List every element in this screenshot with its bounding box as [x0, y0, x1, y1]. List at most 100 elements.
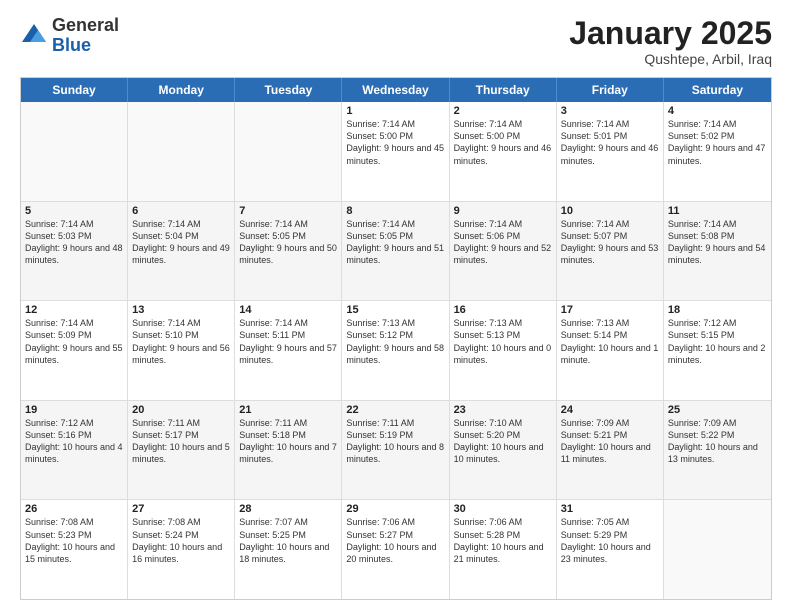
cell-info: Sunrise: 7:14 AM Sunset: 5:10 PM Dayligh…: [132, 317, 230, 366]
title-block: January 2025 Qushtepe, Arbil, Iraq: [569, 16, 772, 67]
day-number: 23: [454, 404, 552, 416]
day-number: 4: [668, 105, 767, 117]
calendar-week-row: 12Sunrise: 7:14 AM Sunset: 5:09 PM Dayli…: [21, 301, 771, 401]
day-number: 26: [25, 503, 123, 515]
day-number: 19: [25, 404, 123, 416]
cell-info: Sunrise: 7:14 AM Sunset: 5:07 PM Dayligh…: [561, 218, 659, 267]
cell-info: Sunrise: 7:06 AM Sunset: 5:28 PM Dayligh…: [454, 516, 552, 565]
day-number: 31: [561, 503, 659, 515]
cell-info: Sunrise: 7:11 AM Sunset: 5:18 PM Dayligh…: [239, 417, 337, 466]
day-number: 12: [25, 304, 123, 316]
day-number: 1: [346, 105, 444, 117]
cell-info: Sunrise: 7:06 AM Sunset: 5:27 PM Dayligh…: [346, 516, 444, 565]
calendar-cell: [664, 500, 771, 599]
calendar-cell: 31Sunrise: 7:05 AM Sunset: 5:29 PM Dayli…: [557, 500, 664, 599]
cell-info: Sunrise: 7:13 AM Sunset: 5:12 PM Dayligh…: [346, 317, 444, 366]
cell-info: Sunrise: 7:11 AM Sunset: 5:19 PM Dayligh…: [346, 417, 444, 466]
cell-info: Sunrise: 7:14 AM Sunset: 5:03 PM Dayligh…: [25, 218, 123, 267]
day-number: 14: [239, 304, 337, 316]
day-number: 28: [239, 503, 337, 515]
cell-info: Sunrise: 7:13 AM Sunset: 5:14 PM Dayligh…: [561, 317, 659, 366]
calendar-cell: 8Sunrise: 7:14 AM Sunset: 5:05 PM Daylig…: [342, 202, 449, 301]
calendar-location: Qushtepe, Arbil, Iraq: [569, 51, 772, 67]
cell-info: Sunrise: 7:14 AM Sunset: 5:00 PM Dayligh…: [346, 118, 444, 167]
day-number: 8: [346, 205, 444, 217]
calendar-cell: 18Sunrise: 7:12 AM Sunset: 5:15 PM Dayli…: [664, 301, 771, 400]
page-header: General Blue January 2025 Qushtepe, Arbi…: [20, 16, 772, 67]
calendar-cell: 28Sunrise: 7:07 AM Sunset: 5:25 PM Dayli…: [235, 500, 342, 599]
day-number: 11: [668, 205, 767, 217]
cell-info: Sunrise: 7:12 AM Sunset: 5:15 PM Dayligh…: [668, 317, 767, 366]
day-number: 10: [561, 205, 659, 217]
calendar-cell: 5Sunrise: 7:14 AM Sunset: 5:03 PM Daylig…: [21, 202, 128, 301]
weekday-header: Tuesday: [235, 78, 342, 102]
calendar: SundayMondayTuesdayWednesdayThursdayFrid…: [20, 77, 772, 600]
calendar-cell: 24Sunrise: 7:09 AM Sunset: 5:21 PM Dayli…: [557, 401, 664, 500]
day-number: 9: [454, 205, 552, 217]
calendar-week-row: 1Sunrise: 7:14 AM Sunset: 5:00 PM Daylig…: [21, 102, 771, 202]
cell-info: Sunrise: 7:05 AM Sunset: 5:29 PM Dayligh…: [561, 516, 659, 565]
calendar-cell: 21Sunrise: 7:11 AM Sunset: 5:18 PM Dayli…: [235, 401, 342, 500]
cell-info: Sunrise: 7:09 AM Sunset: 5:22 PM Dayligh…: [668, 417, 767, 466]
day-number: 3: [561, 105, 659, 117]
calendar-cell: [21, 102, 128, 201]
day-number: 29: [346, 503, 444, 515]
calendar-cell: 13Sunrise: 7:14 AM Sunset: 5:10 PM Dayli…: [128, 301, 235, 400]
day-number: 18: [668, 304, 767, 316]
cell-info: Sunrise: 7:10 AM Sunset: 5:20 PM Dayligh…: [454, 417, 552, 466]
cell-info: Sunrise: 7:14 AM Sunset: 5:02 PM Dayligh…: [668, 118, 767, 167]
cell-info: Sunrise: 7:14 AM Sunset: 5:05 PM Dayligh…: [239, 218, 337, 267]
calendar-cell: 12Sunrise: 7:14 AM Sunset: 5:09 PM Dayli…: [21, 301, 128, 400]
day-number: 22: [346, 404, 444, 416]
cell-info: Sunrise: 7:08 AM Sunset: 5:23 PM Dayligh…: [25, 516, 123, 565]
day-number: 27: [132, 503, 230, 515]
cell-info: Sunrise: 7:14 AM Sunset: 5:00 PM Dayligh…: [454, 118, 552, 167]
day-number: 16: [454, 304, 552, 316]
calendar-cell: 30Sunrise: 7:06 AM Sunset: 5:28 PM Dayli…: [450, 500, 557, 599]
day-number: 25: [668, 404, 767, 416]
calendar-cell: 27Sunrise: 7:08 AM Sunset: 5:24 PM Dayli…: [128, 500, 235, 599]
day-number: 21: [239, 404, 337, 416]
cell-info: Sunrise: 7:14 AM Sunset: 5:08 PM Dayligh…: [668, 218, 767, 267]
day-number: 6: [132, 205, 230, 217]
calendar-title: January 2025: [569, 16, 772, 51]
calendar-page: General Blue January 2025 Qushtepe, Arbi…: [0, 0, 792, 612]
calendar-cell: 20Sunrise: 7:11 AM Sunset: 5:17 PM Dayli…: [128, 401, 235, 500]
cell-info: Sunrise: 7:14 AM Sunset: 5:05 PM Dayligh…: [346, 218, 444, 267]
calendar-cell: 11Sunrise: 7:14 AM Sunset: 5:08 PM Dayli…: [664, 202, 771, 301]
cell-info: Sunrise: 7:09 AM Sunset: 5:21 PM Dayligh…: [561, 417, 659, 466]
day-number: 5: [25, 205, 123, 217]
day-number: 24: [561, 404, 659, 416]
calendar-body: 1Sunrise: 7:14 AM Sunset: 5:00 PM Daylig…: [21, 102, 771, 599]
calendar-cell: 1Sunrise: 7:14 AM Sunset: 5:00 PM Daylig…: [342, 102, 449, 201]
calendar-week-row: 5Sunrise: 7:14 AM Sunset: 5:03 PM Daylig…: [21, 202, 771, 302]
weekday-header: Thursday: [450, 78, 557, 102]
weekday-header: Wednesday: [342, 78, 449, 102]
weekday-header: Friday: [557, 78, 664, 102]
logo-general: General: [52, 15, 119, 35]
calendar-cell: 7Sunrise: 7:14 AM Sunset: 5:05 PM Daylig…: [235, 202, 342, 301]
calendar-cell: 9Sunrise: 7:14 AM Sunset: 5:06 PM Daylig…: [450, 202, 557, 301]
logo-blue: Blue: [52, 35, 91, 55]
cell-info: Sunrise: 7:11 AM Sunset: 5:17 PM Dayligh…: [132, 417, 230, 466]
calendar-cell: 6Sunrise: 7:14 AM Sunset: 5:04 PM Daylig…: [128, 202, 235, 301]
calendar-cell: 10Sunrise: 7:14 AM Sunset: 5:07 PM Dayli…: [557, 202, 664, 301]
calendar-cell: 23Sunrise: 7:10 AM Sunset: 5:20 PM Dayli…: [450, 401, 557, 500]
calendar-cell: 2Sunrise: 7:14 AM Sunset: 5:00 PM Daylig…: [450, 102, 557, 201]
calendar-cell: 14Sunrise: 7:14 AM Sunset: 5:11 PM Dayli…: [235, 301, 342, 400]
calendar-week-row: 26Sunrise: 7:08 AM Sunset: 5:23 PM Dayli…: [21, 500, 771, 599]
calendar-cell: 15Sunrise: 7:13 AM Sunset: 5:12 PM Dayli…: [342, 301, 449, 400]
cell-info: Sunrise: 7:13 AM Sunset: 5:13 PM Dayligh…: [454, 317, 552, 366]
calendar-header: SundayMondayTuesdayWednesdayThursdayFrid…: [21, 78, 771, 102]
calendar-cell: 4Sunrise: 7:14 AM Sunset: 5:02 PM Daylig…: [664, 102, 771, 201]
calendar-cell: 17Sunrise: 7:13 AM Sunset: 5:14 PM Dayli…: [557, 301, 664, 400]
day-number: 13: [132, 304, 230, 316]
calendar-cell: [128, 102, 235, 201]
day-number: 2: [454, 105, 552, 117]
day-number: 30: [454, 503, 552, 515]
cell-info: Sunrise: 7:07 AM Sunset: 5:25 PM Dayligh…: [239, 516, 337, 565]
calendar-cell: 16Sunrise: 7:13 AM Sunset: 5:13 PM Dayli…: [450, 301, 557, 400]
cell-info: Sunrise: 7:14 AM Sunset: 5:01 PM Dayligh…: [561, 118, 659, 167]
calendar-cell: 29Sunrise: 7:06 AM Sunset: 5:27 PM Dayli…: [342, 500, 449, 599]
day-number: 20: [132, 404, 230, 416]
